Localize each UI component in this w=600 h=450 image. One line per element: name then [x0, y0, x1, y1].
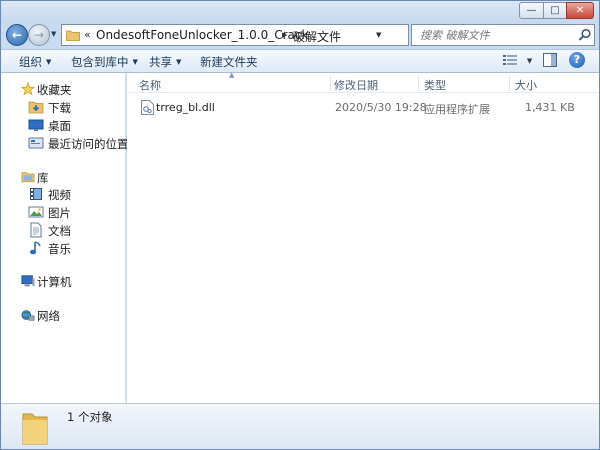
pictures-library-icon — [28, 206, 44, 218]
close-button[interactable]: ✕ — [566, 2, 594, 19]
sidebar-item-label: 音乐 — [48, 242, 71, 256]
recent-pages-dropdown[interactable]: ▼ — [51, 30, 59, 40]
navigation-pane: 收藏夹 下载 桌面 最近访问的位置 库 视频 图片 文档 音乐 计算机 网络 — [1, 73, 129, 403]
sidebar-item-label: 最近访问的位置 — [48, 137, 129, 151]
network-icon — [21, 310, 35, 321]
star-icon — [21, 82, 35, 96]
breadcrumb-separator-icon[interactable]: ▶ — [282, 31, 287, 39]
file-list-pane: ▲ 名称 修改日期 类型 大小 trreg_bl.dll 2020/5/30 1… — [127, 71, 599, 403]
file-row[interactable]: trreg_bl.dll 2020/5/30 19:28 应用程序扩展 1,43… — [137, 99, 597, 117]
search-icon[interactable] — [578, 28, 592, 42]
recent-places-icon — [28, 137, 44, 149]
address-row: ← → ▼ « OndesoftFoneUnlocker_1.0.0_Crack… — [1, 23, 599, 49]
dll-file-icon — [141, 100, 154, 115]
details-pane: 1 个对象 — [1, 403, 599, 449]
address-bar[interactable]: « OndesoftFoneUnlocker_1.0.0_Crack ▶ 破解文… — [61, 24, 469, 46]
file-type: 应用程序扩展 — [424, 103, 490, 116]
sidebar-item-label: 下载 — [48, 101, 71, 115]
sort-ascending-icon: ▲ — [229, 71, 235, 79]
view-list-icon — [503, 55, 517, 65]
breadcrumb-overflow[interactable]: « — [84, 28, 91, 41]
explorer-window: — □ ✕ ← → ▼ « OndesoftFoneUnlocker_1.0.0… — [0, 0, 600, 450]
column-divider[interactable] — [418, 75, 419, 91]
minimize-button[interactable]: — — [519, 2, 544, 19]
sidebar-item-label: 图片 — [48, 206, 71, 220]
music-library-icon — [30, 241, 41, 255]
title-bar[interactable]: — □ ✕ — [1, 1, 599, 23]
share-label: 共享 — [149, 55, 172, 69]
desktop-icon — [28, 119, 44, 131]
column-divider[interactable] — [330, 75, 331, 91]
search-box[interactable] — [411, 24, 595, 46]
breadcrumb-item[interactable]: OndesoftFoneUnlocker_1.0.0_Crack — [96, 28, 308, 42]
documents-library-icon — [30, 222, 42, 238]
maximize-button[interactable]: □ — [543, 2, 567, 19]
change-view-button[interactable]: ▼ — [503, 54, 532, 68]
chevron-down-icon: ▼ — [176, 58, 182, 66]
column-header-type[interactable]: 类型 — [424, 77, 446, 93]
video-library-icon — [30, 188, 42, 200]
organize-menu[interactable]: 组织 ▼ — [19, 54, 51, 70]
computer-icon — [21, 275, 35, 287]
column-header-row: ▲ 名称 修改日期 类型 大小 — [127, 71, 599, 93]
sidebar-item-label: 视频 — [48, 188, 71, 202]
folder-icon — [22, 413, 48, 445]
sidebar-item-label: 计算机 — [37, 275, 72, 289]
sidebar-item-label: 网络 — [37, 309, 60, 323]
download-folder-icon — [28, 101, 44, 114]
help-icon[interactable]: ? — [569, 52, 585, 68]
file-modified: 2020/5/30 19:28 — [335, 101, 427, 114]
column-header-size[interactable]: 大小 — [515, 77, 537, 93]
sidebar-item-label: 桌面 — [48, 119, 71, 133]
organize-label: 组织 — [19, 55, 42, 69]
share-menu[interactable]: 共享 ▼ — [149, 54, 181, 70]
library-icon — [21, 172, 35, 183]
search-input[interactable] — [412, 25, 580, 45]
file-size: 1,431 KB — [525, 101, 575, 114]
sidebar-item-label: 文档 — [48, 224, 71, 238]
folder-icon — [66, 30, 80, 41]
breadcrumb-item-current[interactable]: 破解文件 — [293, 28, 341, 45]
column-header-name[interactable]: 名称 — [139, 77, 161, 93]
include-label: 包含到库中 — [71, 55, 129, 69]
new-folder-button[interactable]: 新建文件夹 — [200, 54, 258, 70]
column-divider[interactable] — [509, 75, 510, 91]
chevron-down-icon: ▼ — [526, 57, 533, 65]
command-bar: 组织 ▼ 包含到库中 ▼ 共享 ▼ 新建文件夹 ▼ ? — [1, 49, 599, 73]
chevron-down-icon: ▼ — [46, 58, 52, 66]
column-header-modified[interactable]: 修改日期 — [334, 77, 378, 93]
sidebar-item-label: 收藏夹 — [37, 83, 72, 97]
preview-pane-icon[interactable] — [543, 53, 557, 67]
file-name: trreg_bl.dll — [156, 101, 215, 114]
forward-button[interactable]: → — [28, 24, 50, 46]
address-history-dropdown[interactable]: ▼ — [376, 31, 381, 39]
include-in-library-menu[interactable]: 包含到库中 ▼ — [71, 54, 138, 70]
back-button[interactable]: ← — [6, 24, 28, 46]
item-count: 1 个对象 — [67, 410, 113, 424]
sidebar-item-label: 库 — [37, 171, 49, 185]
chevron-down-icon: ▼ — [132, 58, 138, 66]
